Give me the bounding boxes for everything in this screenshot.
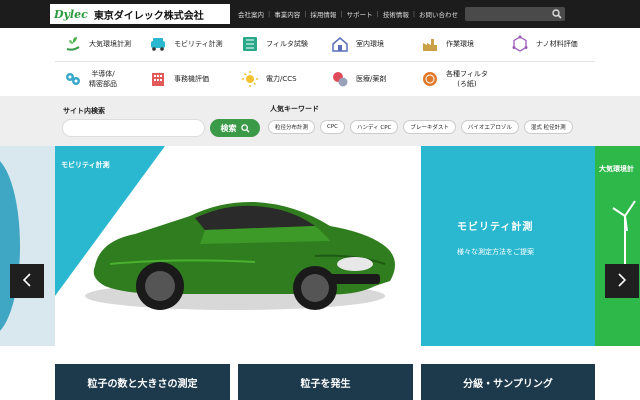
site-search-button[interactable]: 検索 (210, 119, 260, 137)
feature-button-label: 分級・サンプリング (463, 378, 553, 390)
filter-paper-icon (420, 69, 440, 89)
category-label: 各種フィルタ (ろ紙) (446, 70, 488, 88)
keyword-tag[interactable]: ハンディ CPC (350, 120, 399, 134)
next-slide-button[interactable] (605, 264, 639, 298)
nav-separator: | (412, 10, 416, 18)
prev-slide-peek (0, 146, 55, 346)
site-search-input[interactable] (62, 119, 205, 137)
nav-support[interactable]: サポート (347, 9, 373, 19)
site-search-label: サイト内検索 (63, 107, 105, 115)
search-icon (240, 123, 250, 133)
category-workplace[interactable]: 作業環境 (420, 29, 474, 59)
header-search-input[interactable] (465, 7, 565, 21)
nav-separator: | (340, 10, 343, 18)
nav-recruit[interactable]: 採用情報 (310, 9, 336, 19)
keyword-tag[interactable]: 湿式 粒径計測 (523, 120, 573, 134)
keyword-tag[interactable]: CPC (320, 120, 346, 134)
nav-separator: | (268, 10, 271, 18)
hero-subtitle: 様々な測定方法をご提案 (457, 248, 534, 256)
nav-business[interactable]: 事業内容 (274, 9, 300, 19)
category-atmosphere[interactable]: 大気環境計測 (63, 29, 131, 59)
category-label: モビリティ計測 (174, 40, 223, 48)
factory-icon (420, 34, 440, 54)
category-label: 半導体/ 精密部品 (89, 70, 117, 88)
category-medical[interactable]: 医療/薬剤 (330, 64, 386, 94)
power-icon (240, 69, 260, 89)
category-label: 作業環境 (446, 40, 474, 48)
chevron-right-icon (617, 273, 627, 289)
prev-slide-button[interactable] (10, 264, 44, 298)
keyword-tag[interactable]: 粒径分布計測 (268, 120, 316, 134)
wind-turbine-image (612, 200, 636, 276)
plant-icon (63, 34, 83, 54)
logo[interactable]: Dylec 東京ダイレック株式会社 (50, 4, 230, 24)
site-search-button-label: 検索 (220, 123, 237, 133)
category-power[interactable]: 電力/CCS (240, 64, 297, 94)
molecule-icon (510, 34, 530, 54)
nav-contact[interactable]: お問い合わせ (419, 9, 458, 19)
category-label: 室内環境 (356, 40, 384, 48)
category-semiconductor[interactable]: 半導体/ 精密部品 (63, 64, 117, 94)
office-icon (148, 69, 168, 89)
category-label: 事務機評価 (174, 75, 209, 83)
chevron-left-icon (22, 273, 32, 289)
nav-separator: | (376, 10, 379, 18)
feature-button-classify[interactable]: 分級・サンプリング (421, 364, 595, 400)
feature-button-label: 粒子の数と大きさの測定 (87, 378, 198, 390)
category-nano[interactable]: ナノ材料評価 (510, 29, 578, 59)
globe-image (0, 156, 20, 336)
next-slide-peek: 大気環境計 (595, 146, 640, 346)
hero-slide[interactable]: モビリティ計測 (55, 146, 421, 346)
category-divider (55, 61, 595, 62)
feature-button-generate[interactable]: 粒子を発生 (238, 364, 413, 400)
category-mobility[interactable]: モビリティ計測 (148, 29, 223, 59)
medical-icon (330, 69, 350, 89)
search-icon[interactable] (552, 9, 562, 21)
keyword-tag[interactable]: ブレーキダスト (403, 120, 456, 134)
category-indoor[interactable]: 室内環境 (330, 29, 384, 59)
category-label: 大気環境計測 (89, 40, 131, 48)
semiconductor-icon (63, 69, 83, 89)
popular-keywords-label: 人気キーワード (270, 105, 319, 113)
hero-title: モビリティ計測 (457, 222, 534, 233)
top-nav: 会社案内 | 事業内容 | 採用情報 | サポート | 技術情報 | お問い合わせ (238, 9, 458, 19)
car-icon (148, 34, 168, 54)
category-label: フィルタ試験 (266, 40, 308, 48)
company-name: 東京ダイレック株式会社 (93, 10, 204, 22)
category-label: ナノ材料評価 (536, 40, 578, 48)
keyword-list: 粒径分布計測 CPC ハンディ CPC ブレーキダスト バイオエアロゾル 湿式 … (268, 120, 578, 134)
nav-company[interactable]: 会社案内 (238, 9, 264, 19)
nav-separator: | (304, 10, 307, 18)
hero-caption-panel: モビリティ計測 様々な測定方法をご提案 (421, 146, 595, 346)
category-label: 電力/CCS (266, 75, 297, 83)
filter-icon (240, 34, 260, 54)
category-label: 医療/薬剤 (356, 75, 387, 83)
category-filter-paper[interactable]: 各種フィルタ (ろ紙) (420, 64, 488, 94)
category-office[interactable]: 事務機評価 (148, 64, 209, 94)
keyword-tag[interactable]: バイオエアロゾル (460, 120, 519, 134)
feature-button-measure[interactable]: 粒子の数と大きさの測定 (55, 364, 230, 400)
nav-tech[interactable]: 技術情報 (383, 9, 409, 19)
feature-button-label: 粒子を発生 (300, 378, 351, 390)
category-filter-test[interactable]: フィルタ試験 (240, 29, 308, 59)
car-image (85, 201, 395, 310)
house-icon (330, 34, 350, 54)
logo-mark: Dylec (54, 7, 88, 21)
